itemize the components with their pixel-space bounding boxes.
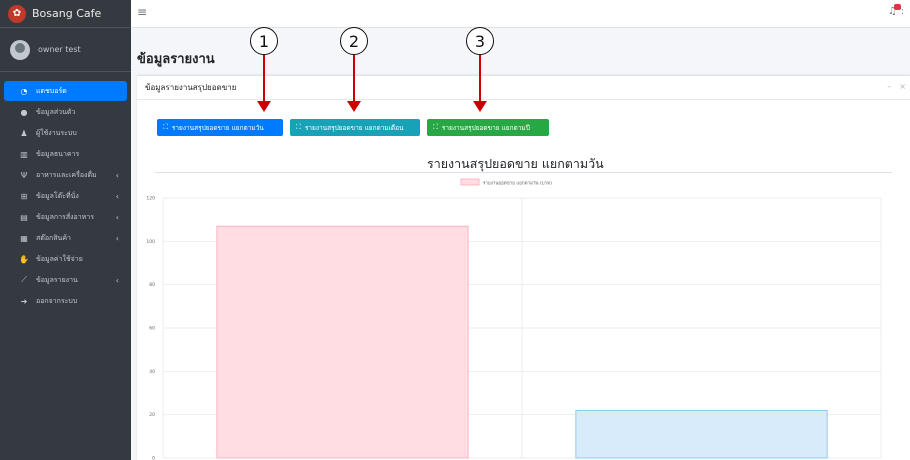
- notification-bell-icon[interactable]: ♫: [888, 4, 901, 17]
- y-tick-label: 80: [149, 282, 155, 288]
- yearly-report-label: รายงานสรุปยอดขาย แยกตามปี: [441, 123, 530, 132]
- callout-number: 2: [340, 27, 368, 55]
- sidebar-item-label: ออกจากระบบ: [36, 296, 78, 305]
- callout-arrow-line: [263, 55, 265, 103]
- sidebar-item[interactable]: ➜ ออกจากระบบ: [4, 291, 127, 311]
- sidebar-item-label: ข้อมูลการสั่งอาหาร: [36, 212, 94, 221]
- topbar-actions: ♫ :: [888, 4, 904, 17]
- hand-coin-icon: ✋: [19, 254, 29, 264]
- legend-label: รายงานยอดขาย แยกตามวัน (บาท): [483, 181, 552, 187]
- avatar: [10, 39, 30, 60]
- chart-line-icon: ⟋: [21, 275, 27, 284]
- user-panel[interactable]: owner test: [0, 28, 131, 72]
- sidebar-item-label: ผู้ใช้งานระบบ: [36, 128, 77, 137]
- sidebar-item-label: ข้อมูลธนาคาร: [36, 149, 80, 158]
- collapse-icon[interactable]: –: [887, 82, 891, 91]
- table-icon: ⊞: [20, 191, 28, 201]
- control-sidebar-icon[interactable]: :: [901, 7, 904, 17]
- chevron-left-icon: ‹: [115, 275, 119, 285]
- callout-arrow-head-icon: [347, 101, 361, 112]
- notification-badge: [893, 4, 901, 10]
- close-icon[interactable]: ×: [899, 82, 906, 91]
- users-icon: ♟: [20, 128, 28, 138]
- divider: [155, 172, 892, 173]
- card-tools: – ×: [887, 82, 906, 91]
- main-content: ข้อมูลรายงาน ข้อมูลรายงานสรุปยอดขาย – × …: [131, 28, 910, 460]
- brand[interactable]: ✿ Bosang Cafe: [0, 0, 131, 28]
- sidebar-item[interactable]: ⟋ ข้อมูลรายงาน ‹: [4, 270, 127, 290]
- user-icon: ●: [20, 107, 28, 117]
- y-tick-label: 100: [146, 239, 155, 245]
- topbar: ≡ ♫ :: [131, 0, 910, 28]
- user-name: owner test: [38, 45, 81, 54]
- daily-report-button[interactable]: ⛶ รายงานสรุปยอดขาย แยกตามวัน: [157, 119, 283, 136]
- sidebar-item[interactable]: ⊞ ข้อมูลโต๊ะที่นั่ง ‹: [4, 186, 127, 206]
- callout-number: 3: [466, 27, 494, 55]
- sidebar-item[interactable]: ● ข้อมูลส่วนตัว: [4, 102, 127, 122]
- chevron-left-icon: ‹: [115, 212, 119, 222]
- bank-icon: ▥: [20, 149, 28, 159]
- app-window: ✿ Bosang Cafe owner test ◔ แดชบอร์ด ● ข้อมู…: [0, 0, 910, 460]
- clipboard-icon: ▤: [20, 212, 28, 222]
- y-tick-label: 120: [146, 196, 155, 202]
- y-tick-label: 0: [152, 456, 155, 460]
- card-header: ข้อมูลรายงานสรุปยอดขาย: [137, 76, 910, 100]
- sidebar-item-label: ข้อมูลรายงาน: [36, 275, 78, 284]
- sidebar-item[interactable]: ♟ ผู้ใช้งานระบบ: [4, 123, 127, 143]
- chart-icon: ⛶: [296, 123, 301, 131]
- report-card: ข้อมูลรายงานสรุปยอดขาย – × ⛶ รายงานสรุปย…: [137, 75, 910, 460]
- callout-arrow-line: [479, 55, 481, 103]
- sidebar-item[interactable]: Ψ อาหารและเครื่องดื่ม ‹: [4, 165, 127, 185]
- sidebar-item[interactable]: ✋ ข้อมูลค่าใช้จ่าย: [4, 249, 127, 269]
- chart-icon: ⛶: [163, 123, 168, 131]
- bar: [575, 409, 828, 459]
- sidebar-item[interactable]: ▦ สต๊อกสินค้า ‹: [4, 228, 127, 248]
- sign-out-icon: ➜: [20, 296, 28, 306]
- y-tick-label: 60: [149, 326, 155, 332]
- sidebar-item-label: ข้อมูลส่วนตัว: [36, 107, 76, 116]
- card-title: ข้อมูลรายงานสรุปยอดขาย: [145, 83, 237, 92]
- callout-arrow-head-icon: [257, 101, 271, 112]
- utensils-icon: Ψ: [20, 170, 28, 180]
- sidebar: ✿ Bosang Cafe owner test ◔ แดชบอร์ด ● ข้อมู…: [0, 0, 131, 460]
- legend-swatch: [460, 178, 480, 186]
- sidebar-item[interactable]: ▤ ข้อมูลการสั่งอาหาร ‹: [4, 207, 127, 227]
- y-tick-label: 20: [149, 412, 155, 418]
- yearly-report-button[interactable]: ⛶ รายงานสรุปยอดขาย แยกตามปี: [427, 119, 549, 136]
- sidebar-nav: ◔ แดชบอร์ด ● ข้อมูลส่วนตัว ♟ ผู้ใช้งานระบบ ▥ ข้…: [0, 72, 131, 311]
- menu-toggle-icon[interactable]: ≡: [137, 5, 147, 19]
- callout-number: 1: [250, 27, 278, 55]
- sidebar-item-label: ข้อมูลค่าใช้จ่าย: [36, 254, 83, 263]
- chevron-left-icon: ‹: [115, 170, 119, 180]
- callout-arrow-head-icon: [473, 101, 487, 112]
- report-title: รายงานสรุปยอดขาย แยกตามวัน: [427, 156, 604, 171]
- boxes-icon: ▦: [20, 233, 28, 243]
- sidebar-item[interactable]: ◔ แดชบอร์ด: [4, 81, 127, 101]
- bar: [216, 225, 469, 459]
- sidebar-item-label: สต๊อกสินค้า: [36, 233, 71, 242]
- sidebar-item[interactable]: ▥ ข้อมูลธนาคาร: [4, 144, 127, 164]
- report-buttons: ⛶ รายงานสรุปยอดขาย แยกตามวัน ⛶ รายงานสรุ…: [157, 119, 549, 136]
- chevron-left-icon: ‹: [115, 233, 119, 243]
- dashboard-icon: ◔: [20, 86, 28, 96]
- sidebar-item-label: ข้อมูลโต๊ะที่นั่ง: [36, 191, 79, 200]
- daily-report-label: รายงานสรุปยอดขาย แยกตามวัน: [171, 123, 264, 132]
- monthly-report-button[interactable]: ⛶ รายงานสรุปยอดขาย แยกตามเดือน: [290, 119, 420, 136]
- brand-name: Bosang Cafe: [32, 7, 102, 20]
- page-title: ข้อมูลรายงาน: [137, 52, 215, 67]
- sales-bar-chart: รายงานยอดขาย แยกตามวัน (บาท) 0 20 40 60 80 100…: [146, 178, 882, 460]
- chart-icon: ⛶: [433, 123, 438, 131]
- callout-arrow-line: [353, 55, 355, 103]
- sidebar-item-label: แดชบอร์ด: [36, 86, 67, 95]
- y-tick-label: 40: [149, 369, 155, 375]
- monthly-report-label: รายงานสรุปยอดขาย แยกตามเดือน: [304, 123, 404, 132]
- brand-logo-icon: ✿: [8, 4, 26, 23]
- chevron-left-icon: ‹: [115, 191, 119, 201]
- sidebar-item-label: อาหารและเครื่องดื่ม: [36, 170, 97, 179]
